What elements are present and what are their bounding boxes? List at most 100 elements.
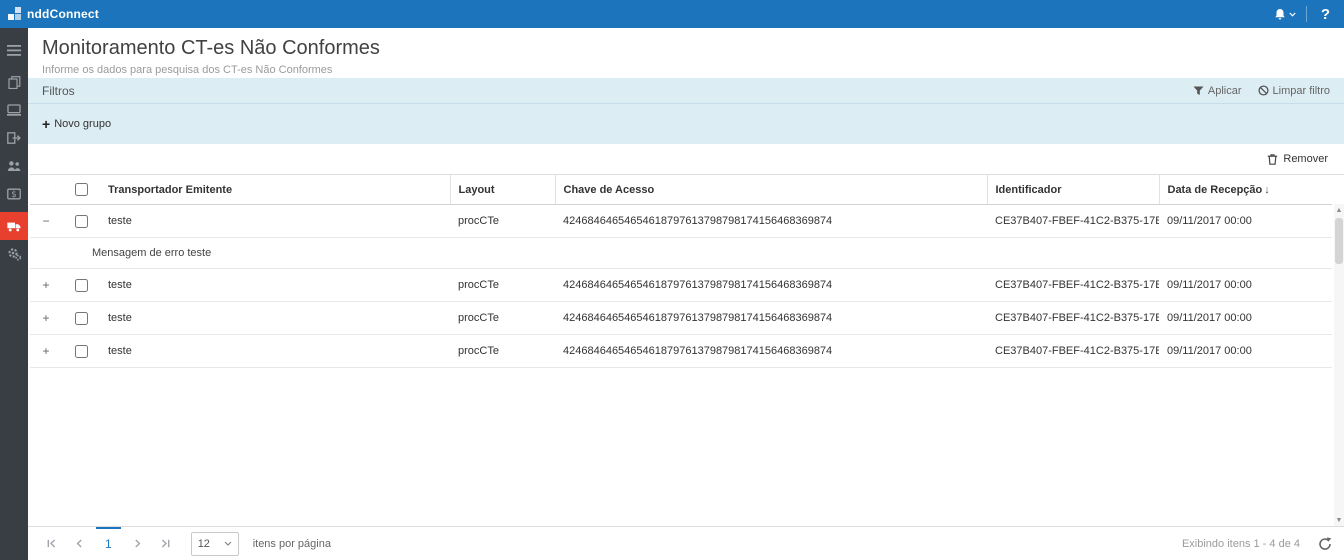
sidebar-item-settings[interactable]	[0, 240, 28, 268]
brand[interactable]: nddConnect	[8, 7, 99, 21]
scrollbar-thumb[interactable]	[1335, 218, 1343, 264]
pager-status: Exibindo itens 1 - 4 de 4	[1182, 538, 1300, 550]
grid-toolbar: Remover	[28, 144, 1344, 174]
remove-label: Remover	[1283, 153, 1328, 165]
column-header-data-recepcao[interactable]: Data de Recepção↓	[1159, 175, 1332, 205]
sidebar-item-menu[interactable]	[0, 36, 28, 64]
table-row: − teste procCTe 424684646546546187976137…	[30, 205, 1332, 238]
cell-layout: procCTe	[450, 302, 555, 335]
cell-identificador: CE37B407-FBEF-41C2-B375-17E71DFDC92F	[987, 302, 1159, 335]
page-size-select[interactable]: 12	[191, 532, 239, 556]
new-group-button[interactable]: + Novo grupo	[42, 117, 111, 131]
refresh-button[interactable]	[1318, 537, 1332, 551]
cell-identificador: CE37B407-FBEF-41C2-B375-17E71DFDC92F	[987, 205, 1159, 238]
plus-icon: +	[42, 117, 50, 131]
row-checkbox[interactable]	[75, 279, 88, 292]
scroll-down-icon[interactable]: ▼	[1334, 514, 1344, 526]
help-button[interactable]: ?	[1317, 6, 1334, 23]
sidebar-item-billing[interactable]: $	[0, 180, 28, 208]
cell-transportador: teste	[100, 269, 450, 302]
detail-row: Mensagem de erro teste	[30, 238, 1332, 269]
page-number-current[interactable]: 1	[96, 527, 121, 560]
apply-filter-button[interactable]: Aplicar	[1193, 85, 1242, 97]
notifications-button[interactable]	[1274, 8, 1296, 21]
column-header-layout[interactable]: Layout	[450, 175, 555, 205]
row-expander[interactable]: +	[30, 269, 62, 302]
row-checkbox[interactable]	[75, 312, 88, 325]
row-expander[interactable]: +	[30, 335, 62, 368]
row-checkbox[interactable]	[75, 215, 88, 228]
cell-recepcao: 09/11/2017 00:00	[1159, 205, 1332, 238]
table-header-row: Transportador Emitente Layout Chave de A…	[30, 175, 1332, 205]
cell-transportador: teste	[100, 205, 450, 238]
cell-recepcao: 09/11/2017 00:00	[1159, 269, 1332, 302]
sidebar-item-documents[interactable]	[0, 68, 28, 96]
per-page-label: itens por página	[253, 538, 331, 550]
prev-page-button[interactable]	[68, 533, 90, 555]
page-header: Monitoramento CT-es Não Conformes Inform…	[28, 28, 1344, 78]
main-content: Monitoramento CT-es Não Conformes Inform…	[28, 28, 1344, 560]
svg-text:$: $	[11, 190, 16, 200]
topbar: nddConnect ?	[0, 0, 1344, 28]
cell-chave: 4246846465465461879761379879817415646836…	[555, 205, 987, 238]
table-row: + teste procCTe 424684646546546187976137…	[30, 335, 1332, 368]
table-row: + teste procCTe 424684646546546187976137…	[30, 269, 1332, 302]
row-checkbox[interactable]	[75, 345, 88, 358]
dollar-card-icon: $	[7, 188, 21, 200]
cell-identificador: CE37B407-FBEF-41C2-B375-17E71DFDC92F	[987, 335, 1159, 368]
column-header-transportador[interactable]: Transportador Emitente	[100, 175, 450, 205]
clear-filter-label: Limpar filtro	[1273, 85, 1330, 97]
table-row: + teste procCTe 424684646546546187976137…	[30, 302, 1332, 335]
cell-chave: 4246846465465461879761379879817415646836…	[555, 302, 987, 335]
help-icon: ?	[1317, 6, 1334, 23]
clear-filter-button[interactable]: Limpar filtro	[1258, 85, 1330, 97]
select-all-checkbox[interactable]	[75, 183, 88, 196]
filters-panel: Filtros Aplicar	[28, 78, 1344, 144]
trash-icon	[1267, 153, 1278, 165]
cell-chave: 4246846465465461879761379879817415646836…	[555, 335, 987, 368]
row-expander[interactable]: −	[30, 205, 62, 238]
sort-desc-icon: ↓	[1264, 184, 1270, 196]
vertical-scrollbar[interactable]: ▲ ▼	[1334, 204, 1344, 526]
sidebar-item-shipments[interactable]	[0, 212, 28, 240]
remove-button[interactable]: Remover	[1267, 153, 1328, 165]
sidebar-item-users[interactable]	[0, 152, 28, 180]
page-subtitle: Informe os dados para pesquisa dos CT-es…	[42, 64, 1330, 76]
truck-icon	[7, 221, 21, 232]
topbar-divider	[1306, 6, 1307, 22]
last-page-button[interactable]	[155, 533, 177, 555]
bell-icon	[1274, 8, 1286, 21]
detail-message: Mensagem de erro teste	[62, 238, 1332, 269]
cell-recepcao: 09/11/2017 00:00	[1159, 302, 1332, 335]
results-table: Transportador Emitente Layout Chave de A…	[30, 175, 1332, 368]
cell-layout: procCTe	[450, 335, 555, 368]
cell-layout: procCTe	[450, 205, 555, 238]
apply-filter-label: Aplicar	[1208, 85, 1242, 97]
page-size-value: 12	[198, 538, 210, 550]
column-header-identificador[interactable]: Identificador	[987, 175, 1159, 205]
scroll-up-icon[interactable]: ▲	[1334, 204, 1344, 216]
ban-circle-icon	[1258, 85, 1269, 96]
brand-text: nddConnect	[27, 7, 99, 21]
cell-transportador: teste	[100, 335, 450, 368]
sidebar-item-monitor[interactable]	[0, 96, 28, 124]
results-grid: Transportador Emitente Layout Chave de A…	[30, 174, 1344, 526]
funnel-icon	[1193, 86, 1204, 96]
pager: 1 12 itens por página Exibindo itens 1 -	[28, 526, 1344, 560]
first-page-button[interactable]	[40, 533, 62, 555]
chevron-down-icon	[224, 541, 232, 546]
cell-recepcao: 09/11/2017 00:00	[1159, 335, 1332, 368]
next-page-button[interactable]	[127, 533, 149, 555]
cell-layout: procCTe	[450, 269, 555, 302]
cell-identificador: CE37B407-FBEF-41C2-B375-17E71DFDC92F	[987, 269, 1159, 302]
row-expander[interactable]: +	[30, 302, 62, 335]
sidebar-item-export[interactable]	[0, 124, 28, 152]
copy-pages-icon	[8, 76, 21, 89]
new-group-label: Novo grupo	[54, 118, 111, 130]
page-title: Monitoramento CT-es Não Conformes	[42, 37, 1330, 60]
users-group-icon	[7, 160, 21, 172]
brand-logo-icon	[8, 7, 22, 21]
hamburger-menu-icon	[7, 45, 21, 56]
chevron-down-icon	[1289, 12, 1296, 17]
column-header-chave[interactable]: Chave de Acesso	[555, 175, 987, 205]
